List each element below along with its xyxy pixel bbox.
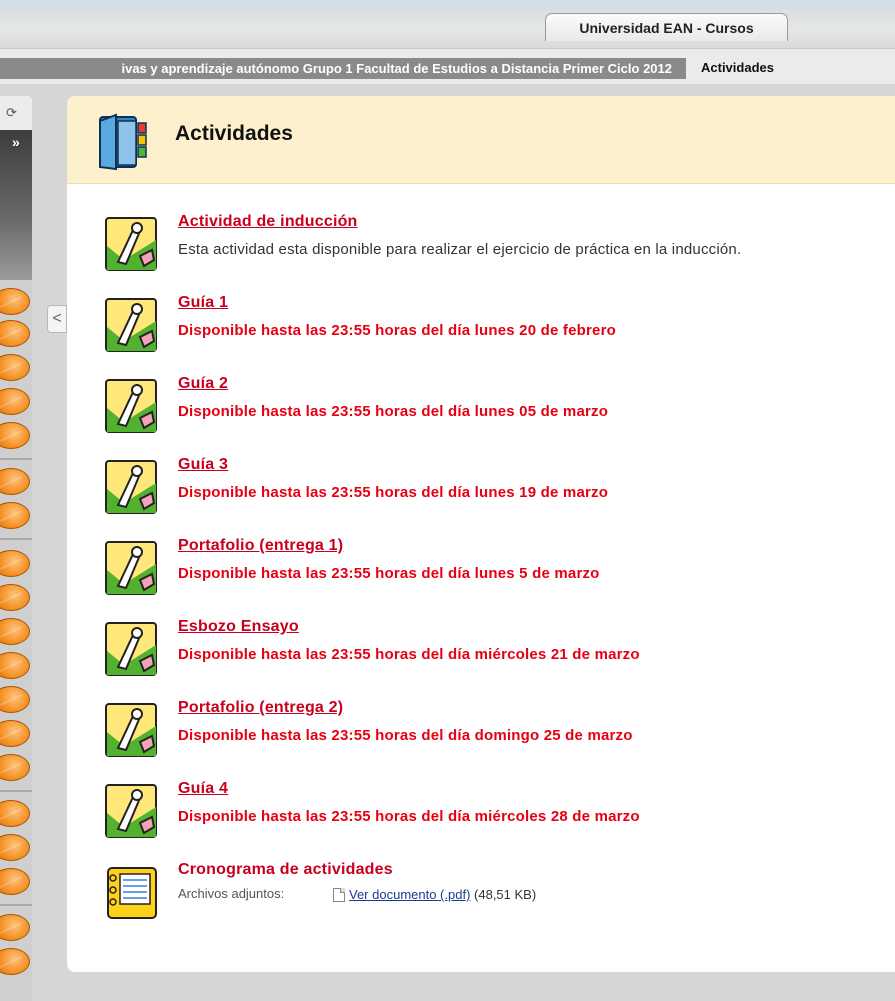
- refresh-button[interactable]: ⟳: [0, 96, 32, 130]
- list-item: Portafolio (entrega 1) Disponible hasta …: [104, 537, 884, 607]
- nav-orange-icon[interactable]: [0, 720, 30, 747]
- course-tab[interactable]: Universidad EAN - Cursos: [545, 13, 788, 41]
- activity-link[interactable]: Actividad de inducción: [178, 213, 358, 231]
- top-band: Universidad EAN - Cursos: [0, 0, 895, 48]
- assignment-icon[interactable]: [104, 621, 162, 679]
- activity-link[interactable]: Portafolio (entrega 2): [178, 699, 343, 717]
- assignment-icon[interactable]: [104, 216, 162, 274]
- list-item: Guía 3 Disponible hasta las 23:55 horas …: [104, 456, 884, 526]
- activity-description: Disponible hasta las 23:55 horas del día…: [178, 322, 616, 339]
- nav-orange-icon[interactable]: [0, 686, 30, 713]
- nav-orange-icon[interactable]: [0, 800, 30, 827]
- activity-link[interactable]: Guía 2: [178, 375, 228, 393]
- nav-orange-icon[interactable]: [0, 754, 30, 781]
- attachments-label: Archivos adjuntos:: [178, 886, 285, 901]
- activity-link[interactable]: Guía 3: [178, 456, 228, 474]
- list-item: Guía 4 Disponible hasta las 23:55 horas …: [104, 780, 884, 850]
- activity-description: Esta actividad esta disponible para real…: [178, 241, 742, 258]
- cronograma-title: Cronograma de actividades: [178, 861, 393, 878]
- nav-orange-icon[interactable]: [0, 914, 30, 941]
- nav-orange-icon[interactable]: [0, 584, 30, 611]
- page-title: Actividades: [175, 122, 293, 145]
- assignment-icon[interactable]: [104, 459, 162, 517]
- nav-orange-icon[interactable]: [0, 354, 30, 381]
- breadcrumb-current: Actividades: [701, 60, 774, 75]
- attachment: Ver documento (.pdf) (48,51 KB): [333, 887, 536, 902]
- nav-divider: [0, 904, 32, 906]
- activity-description: Disponible hasta las 23:55 horas del día…: [178, 484, 609, 501]
- collapse-menu-button[interactable]: <: [47, 305, 67, 333]
- page-header: Actividades: [67, 96, 895, 184]
- assignment-icon[interactable]: [104, 297, 162, 355]
- nav-orange-icon[interactable]: [0, 652, 30, 679]
- nav-orange-icon[interactable]: [0, 288, 30, 315]
- nav-divider: [0, 790, 32, 792]
- nav-orange-icon[interactable]: [0, 388, 30, 415]
- breadcrumb: ivas y aprendizaje autónomo Grupo 1 Facu…: [0, 48, 895, 84]
- list-item: Esbozo Ensayo Disponible hasta las 23:55…: [104, 618, 884, 688]
- nav-divider: [0, 458, 32, 460]
- nav-orange-icon[interactable]: [0, 834, 30, 861]
- breadcrumb-course[interactable]: ivas y aprendizaje autónomo Grupo 1 Facu…: [0, 58, 686, 79]
- assignment-icon[interactable]: [104, 702, 162, 760]
- nav-orange-icon[interactable]: [0, 502, 30, 529]
- activity-link[interactable]: Guía 1: [178, 294, 228, 312]
- nav-orange-icon[interactable]: [0, 948, 30, 975]
- activity-description: Disponible hasta las 23:55 horas del día…: [178, 403, 609, 420]
- nav-divider: [0, 538, 32, 540]
- list-item: Guía 1 Disponible hasta las 23:55 horas …: [104, 294, 884, 364]
- assignment-icon[interactable]: [104, 540, 162, 598]
- content-panel: Actividades Actividad de inducción Esta …: [67, 96, 895, 972]
- assignment-icon[interactable]: [104, 783, 162, 841]
- expand-button[interactable]: »: [0, 130, 32, 280]
- refresh-icon: ⟳: [6, 105, 17, 120]
- expand-icon: »: [12, 134, 20, 150]
- activity-link[interactable]: Esbozo Ensayo: [178, 618, 299, 636]
- activity-description: Disponible hasta las 23:55 horas del día…: [178, 727, 633, 744]
- list-item: Cronograma de actividades Archivos adjun…: [104, 861, 884, 931]
- activity-link[interactable]: Guía 4: [178, 780, 228, 798]
- notebook-icon: [99, 113, 147, 171]
- nav-orange-icon[interactable]: [0, 320, 30, 347]
- list-item: Portafolio (entrega 2) Disponible hasta …: [104, 699, 884, 769]
- nav-orange-icon[interactable]: [0, 868, 30, 895]
- activity-description: Disponible hasta las 23:55 horas del día…: [178, 565, 600, 582]
- document-icon: [333, 888, 345, 902]
- nav-orange-icon[interactable]: [0, 422, 30, 449]
- schedule-notebook-icon[interactable]: [104, 864, 162, 922]
- assignment-icon[interactable]: [104, 378, 162, 436]
- activity-link[interactable]: Portafolio (entrega 1): [178, 537, 343, 555]
- activity-description: Disponible hasta las 23:55 horas del día…: [178, 646, 640, 663]
- nav-orange-icon[interactable]: [0, 618, 30, 645]
- nav-orange-icon[interactable]: [0, 550, 30, 577]
- list-item: Guía 2 Disponible hasta las 23:55 horas …: [104, 375, 884, 445]
- attachment-size: (48,51 KB): [474, 887, 537, 902]
- list-item: Actividad de inducción Esta actividad es…: [104, 213, 884, 283]
- nav-orange-icon[interactable]: [0, 468, 30, 495]
- activity-description: Disponible hasta las 23:55 horas del día…: [178, 808, 640, 825]
- left-nav: ⟳ »: [0, 96, 32, 1001]
- attachment-link[interactable]: Ver documento (.pdf): [349, 887, 470, 902]
